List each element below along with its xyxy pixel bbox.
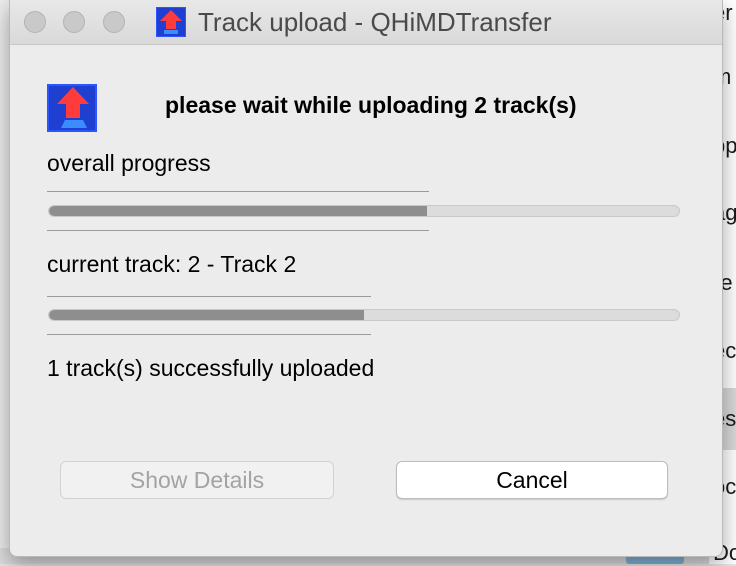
upload-arrow-icon	[47, 84, 97, 132]
window-title: Track upload - QHiMDTransfer	[198, 6, 552, 37]
minimize-window-button[interactable]	[63, 11, 85, 33]
divider	[47, 334, 371, 335]
upload-status-text: 1 track(s) successfully uploaded	[47, 355, 375, 381]
upload-dialog: Track upload - QHiMDTransfer please wait…	[9, 0, 723, 557]
current-track-progress-fill	[49, 310, 364, 320]
divider	[47, 230, 429, 231]
divider	[47, 191, 429, 192]
overall-progress-fill	[49, 206, 427, 216]
show-details-button[interactable]: Show Details	[60, 461, 334, 499]
title-bar: Track upload - QHiMDTransfer	[10, 0, 722, 45]
upload-heading: please wait while uploading 2 track(s)	[165, 92, 577, 118]
upload-arrow-icon	[156, 7, 186, 37]
cancel-button[interactable]: Cancel	[396, 461, 668, 499]
current-track-label: current track: 2 - Track 2	[47, 251, 297, 277]
overall-progress-bar	[48, 205, 680, 217]
close-window-button[interactable]	[24, 11, 46, 33]
current-track-progress-bar	[48, 309, 680, 321]
zoom-window-button[interactable]	[103, 11, 125, 33]
overall-progress-label: overall progress	[47, 150, 211, 176]
window-title-group: Track upload - QHiMDTransfer	[156, 7, 552, 37]
divider	[47, 296, 371, 297]
